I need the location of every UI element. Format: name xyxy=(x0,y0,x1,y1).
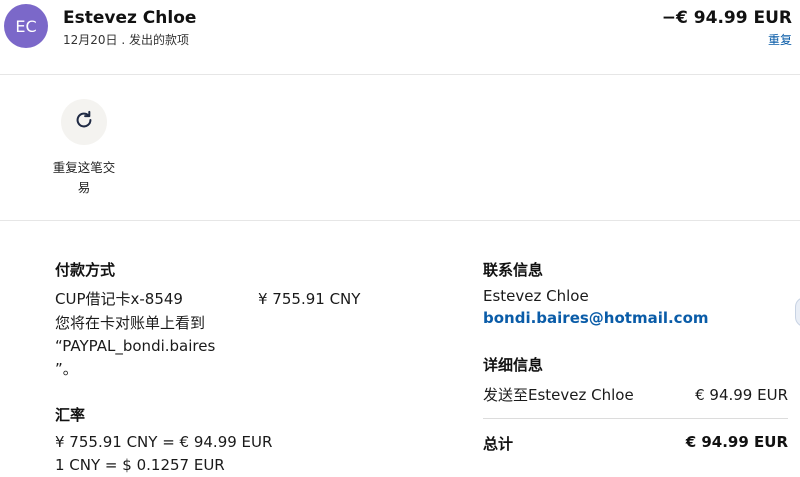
transaction-amount: −€ 94.99 EUR xyxy=(661,8,792,28)
sent-to-label: 发送至Estevez Chloe xyxy=(483,386,634,404)
contact-name: Estevez Chloe xyxy=(483,287,589,305)
total-label: 总计 xyxy=(483,435,514,453)
section-divider xyxy=(0,220,800,221)
statement-note-line-1: 您将在卡对账单上看到 xyxy=(55,314,206,332)
contact-info-heading: 联系信息 xyxy=(483,261,544,279)
exchange-rate-line-2: 1 CNY = $ 0.1257 EUR xyxy=(55,456,225,474)
exchange-rate-line-1: ¥ 755.91 CNY = € 94.99 EUR xyxy=(55,433,273,451)
transaction-subtitle: 12月20日 . 发出的款项 xyxy=(63,33,189,47)
statement-note-line-3: ”。 xyxy=(55,360,78,378)
refresh-icon xyxy=(73,109,95,135)
sent-to-amount: € 94.99 EUR xyxy=(695,386,788,404)
avatar: EC xyxy=(4,4,48,48)
total-amount: € 94.99 EUR xyxy=(685,433,788,451)
repeat-transaction-button[interactable] xyxy=(61,99,107,145)
repeat-transaction-label: 重复这笔交易 xyxy=(52,160,116,195)
payment-method-heading: 付款方式 xyxy=(55,261,116,279)
details-heading: 详细信息 xyxy=(483,356,544,374)
card-amount: ¥ 755.91 CNY xyxy=(258,290,361,308)
statement-note-line-2: “PAYPAL_bondi.baires xyxy=(55,337,216,355)
header-divider xyxy=(0,74,800,75)
repeat-link[interactable]: 重复 xyxy=(768,31,792,48)
contact-email-link[interactable]: bondi.baires@hotmail.com xyxy=(483,309,709,327)
avatar-initials: EC xyxy=(15,16,37,36)
details-divider xyxy=(483,418,788,419)
exchange-rate-heading: 汇率 xyxy=(55,406,86,424)
counterparty-name: Estevez Chloe xyxy=(63,8,197,28)
side-scroll-handle[interactable] xyxy=(795,297,800,327)
card-name: CUP借记卡x-8549 xyxy=(55,290,183,308)
